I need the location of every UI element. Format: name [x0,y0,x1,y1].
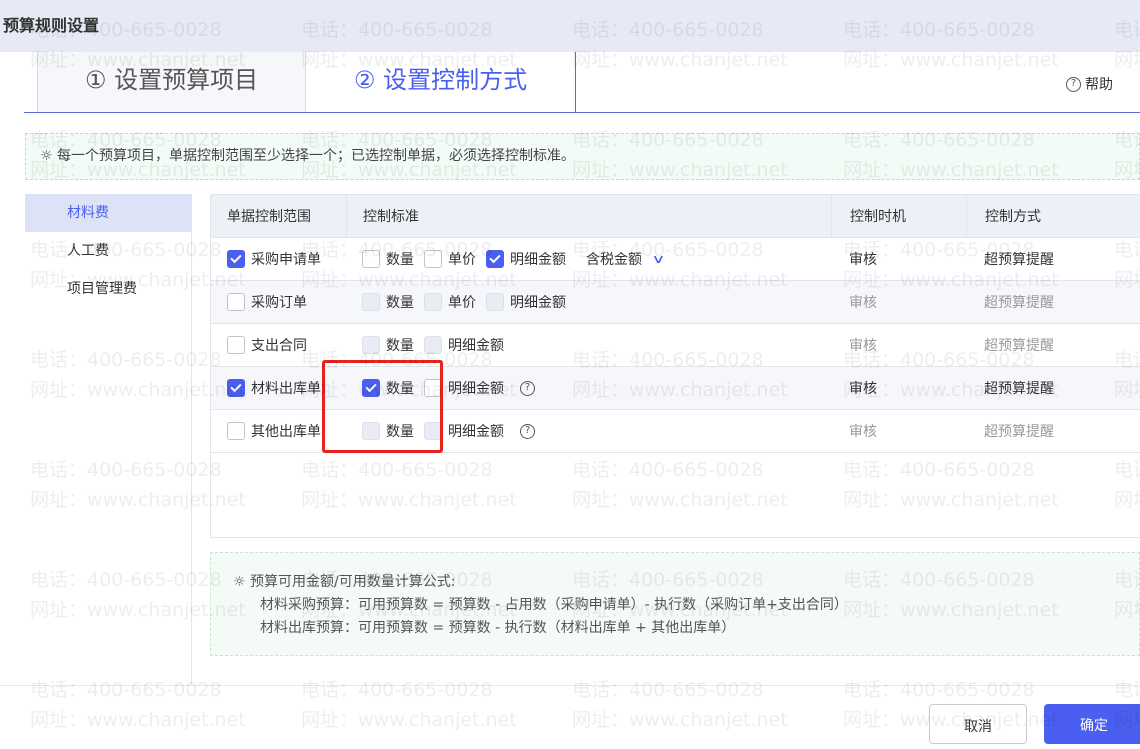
standard-label: 明细金额 [448,424,504,440]
standard-checkbox[interactable] [362,293,380,311]
standard-checkbox[interactable] [362,422,380,440]
timing-value[interactable]: 审核 [831,238,966,280]
amount-type-select[interactable]: 含税金额 ∨ [586,249,666,269]
tab-set-control-method[interactable]: ② 设置控制方式 [306,52,575,114]
standard-checkbox[interactable] [424,336,442,354]
confirm-button[interactable]: 确定 [1044,704,1140,744]
method-value[interactable]: 超预算提醒 [966,410,1140,452]
timing-value[interactable]: 审核 [831,281,966,323]
table-row: 材料出库单 数量 明细金额? 审核 超预算提醒 [211,367,1140,410]
divider [0,685,1140,686]
standard-checkbox[interactable] [486,293,504,311]
sidebar-item-labor[interactable]: 人工费 [25,232,191,270]
sidebar-item-material[interactable]: 材料费 [25,194,191,232]
budget-item-sidebar: 材料费 人工费 项目管理费 [25,194,192,685]
sidebar-item-project-management[interactable]: 项目管理费 [25,270,191,308]
formula-line: 材料出库预算：可用预算数 = 预算数 - 执行数（材料出库单 + 其他出库单） [260,620,736,636]
chevron-down-icon: ∨ [651,252,666,266]
step-tabs: ① 设置预算项目 ② 设置控制方式 ? 帮助 [0,52,1140,114]
formula-title: 预算可用金额/可用数量计算公式: [250,574,456,590]
help-label: 帮助 [1085,77,1113,93]
doc-label: 采购订单 [251,295,307,311]
standard-checkbox[interactable] [424,250,442,268]
doc-checkbox[interactable] [227,293,245,311]
question-circle-icon[interactable]: ? [520,423,535,439]
timing-value[interactable]: 审核 [831,410,966,452]
doc-checkbox[interactable] [227,379,245,397]
standard-label: 明细金额 [510,252,566,268]
timing-value[interactable]: 审核 [831,367,966,409]
table-row: 支出合同 数量 明细金额 审核 超预算提醒 [211,324,1140,367]
dialog-title: 预算规则设置 [0,0,1140,52]
col-header: 控制标准 [346,195,831,237]
watermark-text: 电话：400-665-0028网址：www.chanjet.net [572,679,788,730]
notice-text: 每一个预算项目，单据控制范围至少选择一个；已选控制单据，必须选择控制标准。 [57,148,576,164]
standard-label: 明细金额 [448,338,504,354]
table-header: 单据控制范围 控制标准 控制时机 控制方式 [211,195,1140,238]
timing-value[interactable]: 审核 [831,324,966,366]
control-table: 单据控制范围 控制标准 控制时机 控制方式 采购申请单 数量 单价 明细金额 含税金额 ∨… [210,194,1140,538]
watermark-text: 电话：400-665-0028网址：www.chanjet.net [301,679,517,730]
lightbulb-icon: ☼ [40,148,53,164]
tab-set-budget-items[interactable]: ① 设置预算项目 [37,52,306,113]
standard-checkbox[interactable] [424,293,442,311]
method-value[interactable]: 超预算提醒 [966,367,1140,409]
standard-label: 单价 [448,295,476,311]
standard-label: 数量 [386,252,414,268]
standard-checkbox[interactable] [362,379,380,397]
method-value[interactable]: 超预算提醒 [966,281,1140,323]
standard-label: 明细金额 [510,295,566,311]
doc-checkbox[interactable] [227,250,245,268]
standard-label: 数量 [386,424,414,440]
standard-checkbox[interactable] [424,422,442,440]
col-header: 控制时机 [831,195,966,237]
doc-checkbox[interactable] [227,422,245,440]
standard-checkbox[interactable] [362,336,380,354]
col-header: 控制方式 [966,195,1140,237]
standard-label: 数量 [386,295,414,311]
table-row: 采购订单 数量 单价 明细金额 审核 超预算提醒 [211,281,1140,324]
table-row: 采购申请单 数量 单价 明细金额 含税金额 ∨ 审核 超预算提醒 [211,238,1140,281]
standard-label: 单价 [448,252,476,268]
table-row: 其他出库单 数量 明细金额? 审核 超预算提醒 [211,410,1140,453]
standard-label: 明细金额 [448,381,504,397]
standard-checkbox[interactable] [362,250,380,268]
lightbulb-icon: ☼ [233,574,251,590]
col-header: 单据控制范围 [227,209,311,225]
formula-line: 材料采购预算：可用预算数 = 预算数 - 占用数（采购申请单）- 执行数（采购订… [260,597,848,613]
doc-label: 材料出库单 [251,381,321,397]
method-value[interactable]: 超预算提醒 [966,238,1140,280]
standard-checkbox[interactable] [424,379,442,397]
standard-label: 数量 [386,338,414,354]
cancel-button[interactable]: 取消 [929,704,1027,744]
doc-label: 其他出库单 [251,424,321,440]
question-circle-icon[interactable]: ? [520,380,535,396]
method-value[interactable]: 超预算提醒 [966,324,1140,366]
doc-checkbox[interactable] [227,336,245,354]
formula-box: ☼ 预算可用金额/可用数量计算公式: 材料采购预算：可用预算数 = 预算数 - … [210,552,1140,656]
question-circle-icon: ? [1066,76,1081,92]
doc-label: 支出合同 [251,338,307,354]
standard-checkbox[interactable] [486,250,504,268]
doc-label: 采购申请单 [251,252,321,268]
amount-type-value: 含税金额 [586,252,642,268]
help-button[interactable]: ? 帮助 [1066,74,1113,94]
standard-label: 数量 [386,381,414,397]
notice-banner: ☼ 每一个预算项目，单据控制范围至少选择一个；已选控制单据，必须选择控制标准。 [25,133,1140,180]
divider [24,112,1140,113]
